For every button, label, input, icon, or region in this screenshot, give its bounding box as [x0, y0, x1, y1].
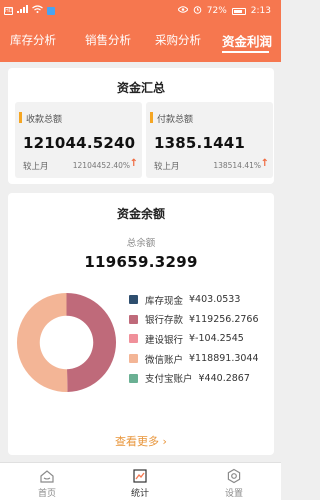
fund-balance-title: 资金余额	[116, 207, 165, 221]
receipts-compare-label: 较上月	[23, 162, 49, 172]
nav-statistics-label: 统计	[130, 489, 149, 499]
legend-amount: ¥119256.2766	[189, 313, 259, 325]
tab-purchase-analysis[interactable]: 采购分析	[155, 32, 201, 48]
wifi-icon	[32, 5, 43, 16]
legend-name: 银行存款	[145, 315, 184, 327]
fund-summary-title: 资金汇总	[116, 81, 165, 95]
legend-amount: ¥118891.3044	[189, 353, 259, 365]
hd-badge-icon: HD	[4, 6, 13, 15]
payments-value: 1385.1441	[154, 134, 245, 152]
payments-label: 付款总额	[157, 115, 194, 125]
fund-summary-card: 资金汇总 收款总额 121044.5240 较上月 12104452.40% ↑…	[8, 68, 274, 184]
settings-icon	[227, 468, 241, 484]
tab-funds-profit[interactable]: 资金利润	[222, 31, 272, 50]
total-balance-value: 119659.3299	[84, 253, 198, 271]
balance-legend: 库存现金 ¥403.0533 银行存款 ¥119256.2766 建设银行 ¥-104.2…	[129, 290, 259, 388]
nav-home[interactable]: 首页	[27, 468, 67, 499]
legend-swatch	[129, 314, 138, 324]
donut-slice-bank-deposit	[66, 292, 117, 393]
legend-swatch	[129, 373, 138, 383]
legend-item: 建设银行 ¥-104.2545	[129, 329, 259, 349]
header: HD 72% 2:13 库存分析 销售分析 采购分析 资金利润	[0, 0, 281, 62]
legend-item: 银行存款 ¥119256.2766	[129, 310, 259, 330]
battery-percent: 72%	[206, 6, 227, 16]
bottom-nav: 首页 统计 设置	[0, 462, 281, 500]
statistics-icon	[133, 469, 147, 483]
alarm-icon	[193, 5, 202, 17]
nav-settings[interactable]: 设置	[214, 468, 254, 499]
balance-donut-chart	[16, 292, 117, 393]
clock: 2:13	[250, 6, 271, 16]
nav-statistics[interactable]: 统计	[120, 468, 160, 499]
payments-accent-bar	[150, 112, 153, 123]
legend-amount: ¥-104.2545	[189, 333, 244, 345]
home-icon	[40, 470, 54, 483]
view-more-link[interactable]: 查看更多 ›	[8, 433, 274, 449]
legend-item: 支付宝账户 ¥440.2867	[129, 368, 259, 388]
legend-amount: ¥403.0533	[189, 294, 241, 306]
nav-home-label: 首页	[37, 489, 56, 499]
signal-icon	[17, 5, 28, 16]
payments-compare-label: 较上月	[154, 162, 180, 172]
app-notification-icon	[47, 6, 55, 15]
fund-balance-card: 资金余额 总余额 119659.3299 库存现金 ¥403.0533 银行存款 ¥1…	[8, 193, 274, 455]
payments-stat: 付款总额 1385.1441 较上月 138514.41% ↑	[146, 102, 273, 178]
battery-icon	[231, 7, 246, 15]
receipts-label: 收款总额	[26, 115, 63, 125]
status-bar: HD 72% 2:13	[0, 0, 281, 22]
status-right: 72% 2:13	[177, 5, 271, 17]
legend-amount: ¥440.2867	[198, 372, 250, 384]
legend-name: 库存现金	[145, 295, 184, 307]
legend-name: 建设银行	[145, 334, 184, 346]
total-balance-label: 总余额	[126, 238, 156, 249]
up-arrow-icon: ↑	[260, 158, 269, 169]
tab-sales-analysis[interactable]: 销售分析	[85, 32, 131, 48]
receipts-stat: 收款总额 121044.5240 较上月 12104452.40% ↑	[15, 102, 142, 178]
eye-icon	[177, 6, 189, 16]
donut-slice-wechat-account	[16, 292, 68, 393]
active-tab-indicator	[222, 51, 269, 53]
legend-swatch	[129, 334, 138, 344]
payments-percent: 138514.41%	[213, 161, 261, 170]
app-root: HD 72% 2:13 库存分析 销售分析 采购分析 资金利润 资金汇总 收款总…	[0, 0, 281, 500]
legend-swatch	[129, 354, 138, 364]
status-left: HD	[4, 5, 55, 16]
receipts-percent: 12104452.40%	[72, 161, 130, 170]
tab-bar: 库存分析 销售分析 采购分析 资金利润	[0, 28, 281, 58]
legend-item: 库存现金 ¥403.0533	[129, 290, 259, 310]
nav-settings-label: 设置	[224, 489, 243, 499]
up-arrow-icon: ↑	[129, 158, 138, 169]
legend-name: 微信账户	[145, 354, 184, 366]
legend-item: 微信账户 ¥118891.3044	[129, 349, 259, 369]
legend-name: 支付宝账户	[145, 374, 193, 386]
receipts-accent-bar	[19, 112, 22, 123]
receipts-value: 121044.5240	[23, 134, 136, 152]
legend-swatch	[129, 295, 138, 305]
tab-inventory-analysis[interactable]: 库存分析	[10, 32, 56, 48]
